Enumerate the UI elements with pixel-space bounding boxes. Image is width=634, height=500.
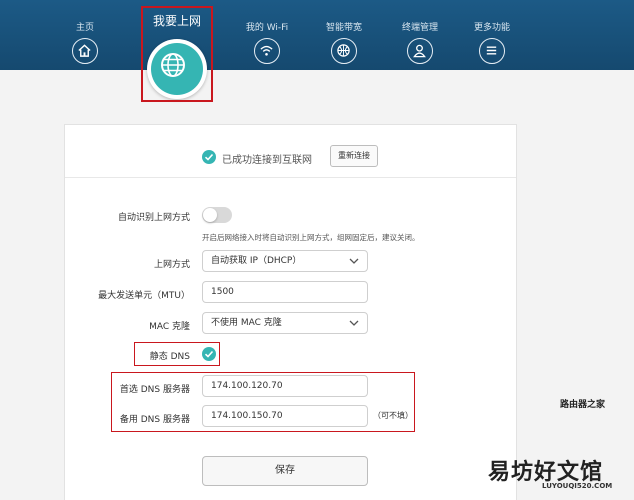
- active-tab-highlight: [141, 6, 213, 102]
- secondary-dns-note: （可不填）: [373, 411, 413, 420]
- nav-item-wifi[interactable]: 我的 Wi-Fi: [227, 22, 307, 64]
- watermark-top: 路由器之家: [560, 400, 606, 410]
- toggle-knob: [203, 208, 217, 222]
- auto-detect-label: 自动识别上网方式: [117, 213, 190, 223]
- chevron-down-icon: [349, 258, 359, 264]
- static-dns-label: 静态 DNS: [149, 352, 190, 362]
- connection-status-row: 已成功连接到互联网 重新连接: [65, 125, 516, 178]
- wan-mode-select[interactable]: 自动获取 IP（DHCP）: [202, 250, 368, 272]
- nav-item-label: 主页: [75, 23, 94, 33]
- mtu-input[interactable]: 1500: [202, 281, 368, 303]
- bandwidth-icon: [331, 38, 357, 64]
- nav-item-label: 智能带宽: [325, 23, 362, 33]
- user-icon: [407, 38, 433, 64]
- mtu-label: 最大发送单元（MTU）: [98, 291, 190, 301]
- top-nav-bar: 主页 我的 Wi-Fi 智能带宽 终端管理 更多功能: [0, 0, 634, 70]
- chevron-down-icon: [349, 320, 359, 326]
- home-icon: [72, 38, 98, 64]
- nav-item-bandwidth[interactable]: 智能带宽: [304, 22, 384, 64]
- watermark-url: LUYOUQI520.COM: [542, 482, 613, 490]
- mac-clone-select[interactable]: 不使用 MAC 克隆: [202, 312, 368, 334]
- nav-item-label: 我的 Wi-Fi: [245, 23, 289, 33]
- save-button[interactable]: 保存: [202, 456, 368, 486]
- auto-detect-hint: 开启后网络接入时将自动识别上网方式，组网固定后，建议关闭。: [202, 233, 420, 242]
- nav-item-label: 终端管理: [401, 23, 438, 33]
- nav-item-more[interactable]: 更多功能: [452, 22, 532, 64]
- secondary-dns-label: 备用 DNS 服务器: [119, 415, 190, 425]
- nav-item-label: 更多功能: [473, 23, 510, 33]
- nav-item-home[interactable]: 主页: [45, 22, 125, 64]
- reconnect-button[interactable]: 重新连接: [330, 145, 378, 167]
- mac-clone-value: 不使用 MAC 克隆: [211, 318, 282, 328]
- nav-item-terminals[interactable]: 终端管理: [380, 22, 460, 64]
- wan-mode-value: 自动获取 IP（DHCP）: [211, 256, 302, 266]
- wifi-icon: [254, 38, 280, 64]
- menu-icon: [479, 38, 505, 64]
- static-dns-checkbox[interactable]: [202, 347, 216, 361]
- wan-mode-label: 上网方式: [153, 260, 190, 270]
- auto-detect-toggle[interactable]: [202, 207, 232, 223]
- connection-status-text: 已成功连接到互联网: [222, 155, 312, 166]
- primary-dns-label: 首选 DNS 服务器: [119, 385, 190, 395]
- primary-dns-input[interactable]: 174.100.120.70: [202, 375, 368, 397]
- check-icon: [204, 350, 214, 358]
- check-icon: [202, 150, 216, 164]
- secondary-dns-input[interactable]: 174.100.150.70: [202, 405, 368, 427]
- mac-clone-label: MAC 克隆: [149, 322, 190, 332]
